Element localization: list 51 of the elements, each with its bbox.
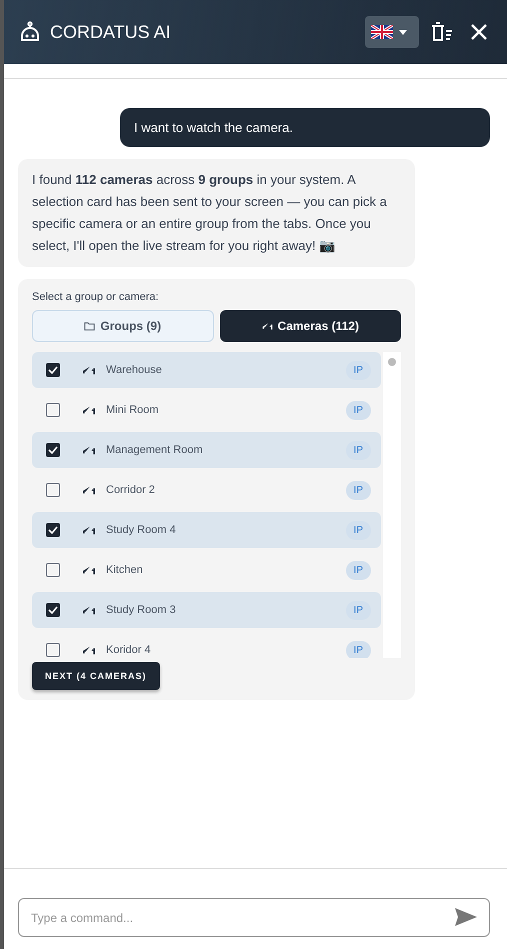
ip-tag: IP [346,640,371,658]
camera-row[interactable]: Study Room 3 IP [32,592,381,628]
send-icon[interactable] [455,908,477,926]
user-message: I want to watch the camera. [120,108,490,147]
camera-row[interactable]: Kitchen IP [32,552,381,588]
checkbox[interactable] [46,483,60,497]
ip-tag: IP [346,520,371,540]
assistant-message: I found 112 cameras across 9 groups in your system. A selection card has been sent to your screen — you can pick a specific camera or an entire group from the tabs. Once you select, I'll open the live stream for you right away! 📷 [18,159,415,267]
camera-name: Study Room 4 [106,524,177,536]
checkbox[interactable] [46,603,60,617]
camera-row[interactable]: Mini Room IP [32,392,381,428]
checkbox[interactable] [46,363,60,377]
command-input[interactable]: Type a command... [18,898,490,937]
scrollbar-thumb[interactable] [388,358,396,366]
caret-icon [399,30,407,34]
checkbox[interactable] [46,443,60,457]
clear-chat-button[interactable] [431,22,453,42]
ip-tag: IP [346,480,371,500]
camera-row[interactable]: Management Room IP [32,432,381,468]
camera-row[interactable]: Corridor 2 IP [32,472,381,508]
ip-tag: IP [346,560,371,580]
camera-name: Management Room [106,444,204,456]
close-icon [471,24,487,40]
camera-name: Warehouse [106,364,163,376]
ip-tag: IP [346,600,371,620]
tab[interactable]: Groups (9) [32,310,214,342]
checkbox[interactable] [46,523,60,537]
selection-prompt: Select a group or camera: [32,291,160,303]
language-dropdown[interactable] [365,16,419,48]
checkbox[interactable] [46,403,60,417]
camera-name: Koridor 4 [106,644,152,656]
camera-name: Kitchen [106,564,144,576]
camera-name: Study Room 3 [106,604,177,616]
trash-icon [431,22,453,42]
ip-tag: IP [346,440,371,460]
flag-icon [371,25,393,39]
camera-row[interactable]: Warehouse IP [32,352,381,388]
checkbox[interactable] [46,643,60,657]
camera-name: Corridor 2 [106,484,156,496]
camera-row[interactable]: Koridor 4 IP [32,632,381,658]
robot-icon [18,20,42,44]
camera-name: Mini Room [106,404,160,416]
close-button[interactable] [471,24,487,40]
ip-tag: IP [346,400,371,420]
ip-tag: IP [346,360,371,380]
folder-icon [84,321,96,331]
camera-row[interactable]: Study Room 4 IP [32,512,381,548]
next-button[interactable]: NEXT (4 CAMERAS) [32,662,160,690]
checkbox[interactable] [46,563,60,577]
tab[interactable]: Cameras (112) [220,310,401,342]
app-title: CORDATUS AI [50,22,172,42]
